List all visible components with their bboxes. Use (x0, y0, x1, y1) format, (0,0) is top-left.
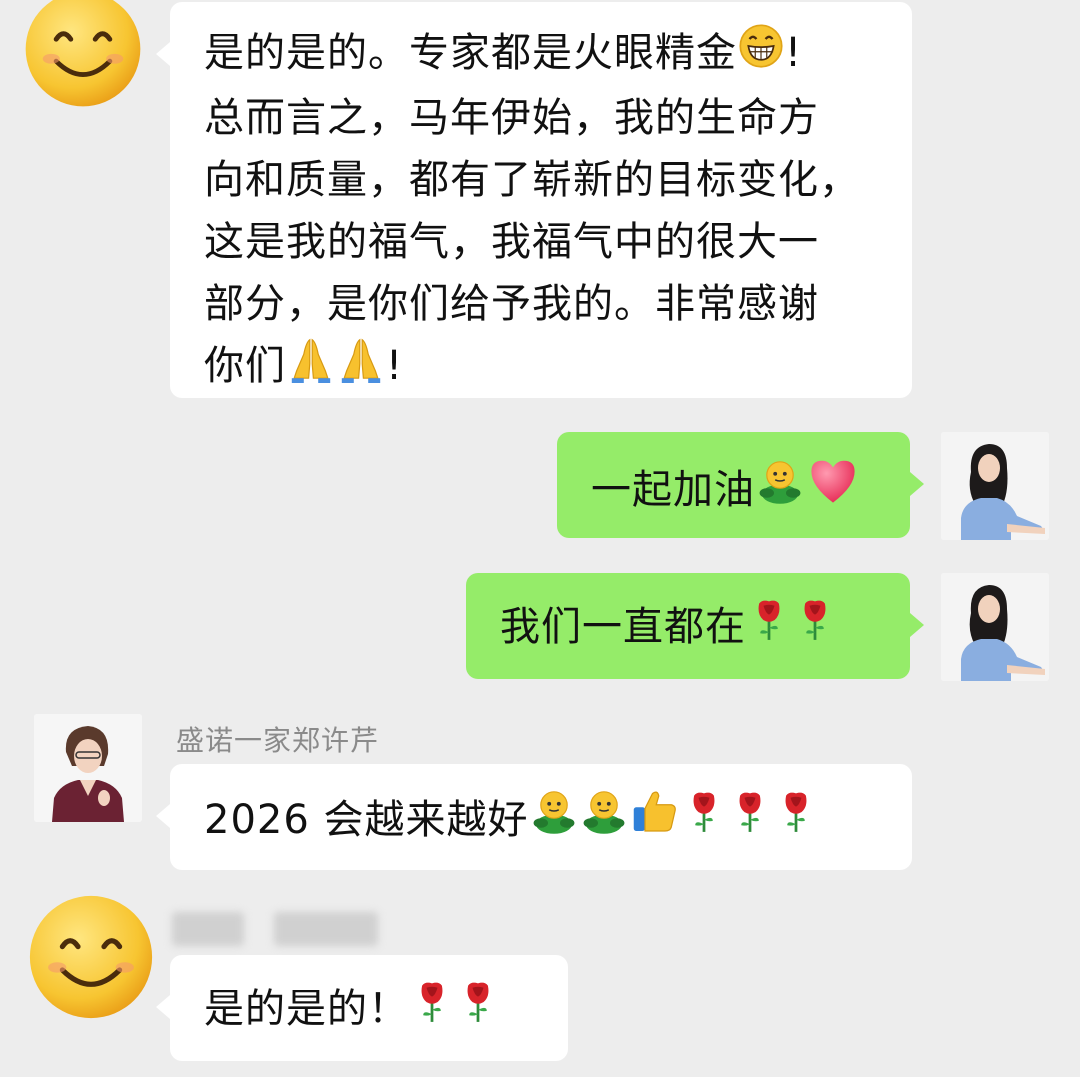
message-content: 是的是的！ (204, 977, 568, 1041)
message-text: 是的是的！ (204, 986, 409, 1032)
message-content: 一起加油 (591, 454, 910, 526)
message-bubble[interactable]: 我们一直都在 (466, 573, 924, 679)
message-text-segment: 这是我的福气，我福气中的很大一 (204, 219, 819, 265)
message-bubble[interactable]: 是的是的。专家都是火眼精金! 总而言之，马年伊始，我的生命方 向和质量，都有了崭新的… (156, 2, 912, 401)
message-line: 是的是的。专家都是火眼精金! (204, 22, 892, 87)
woman-portrait-icon (941, 573, 1049, 681)
smiley-avatar[interactable] (26, 892, 156, 1022)
rose-icon (410, 979, 454, 1041)
emoji-group (409, 977, 501, 1041)
message-text-segment: 向和质量，都有了崭新的目标变化， (204, 157, 860, 203)
message-text-segment: 你们 (204, 343, 286, 389)
bubble-tail (156, 995, 170, 1019)
rose-icon (793, 597, 837, 659)
folded-hands-icon (287, 335, 335, 401)
green-figure-icon (580, 787, 628, 853)
woman-photo-avatar[interactable] (941, 432, 1049, 540)
message-content: 我们一直都在 (500, 595, 910, 659)
bubble-tail (156, 42, 170, 66)
message-text-segment: 总而言之，马年伊始，我的生命方 (204, 95, 819, 141)
message-line: 向和质量，都有了崭新的目标变化， (204, 149, 892, 211)
woman-photo-avatar[interactable] (941, 573, 1049, 681)
rose-icon (747, 597, 791, 659)
grinning-face-icon (738, 23, 784, 87)
message-text: 是的是的。专家都是火眼精金! 总而言之，马年伊始，我的生命方 向和质量，都有了崭新的… (204, 22, 892, 401)
rose-icon (682, 789, 726, 851)
emoji-group (746, 595, 838, 659)
message-text-segment: 部分，是你们给予我的。非常感谢 (204, 281, 819, 327)
woman-portrait-icon (941, 432, 1049, 540)
smiley-avatar[interactable] (22, 0, 144, 110)
bubble-tail (910, 472, 924, 496)
bubble-tail (910, 613, 924, 637)
person-portrait-icon (34, 714, 142, 822)
green-figure-icon (756, 457, 804, 523)
folded-hands-icon (337, 335, 385, 401)
message-line: 总而言之，马年伊始，我的生命方 (204, 87, 892, 149)
rose-icon (728, 789, 772, 851)
thumbs-up-icon (630, 786, 680, 854)
rose-icon (774, 789, 818, 851)
blurred-text (172, 912, 244, 946)
smiling-face-icon (29, 895, 153, 1019)
blurred-text (274, 912, 378, 946)
smiling-face-icon (25, 0, 141, 107)
message-content: 2026 会越来越好 (204, 786, 912, 854)
blurred-sender-name (172, 912, 378, 946)
message-bubble[interactable]: 是的是的！ (156, 955, 568, 1061)
emoji-group (529, 786, 819, 854)
message-line: 你们! (204, 335, 892, 401)
bubble-tail (156, 804, 170, 828)
message-text: 2026 会越来越好 (204, 797, 529, 843)
red-heart-icon (806, 454, 860, 526)
message-bubble[interactable]: 2026 会越来越好 (156, 764, 912, 870)
message-line: 部分，是你们给予我的。非常感谢 (204, 273, 892, 335)
message-text-segment: ! (785, 30, 803, 76)
emoji-group (755, 454, 861, 526)
message-line: 这是我的福气，我福气中的很大一 (204, 211, 892, 273)
rose-icon (456, 979, 500, 1041)
message-text: 我们一直都在 (500, 604, 746, 650)
message-text-segment: 是的是的。专家都是火眼精金 (204, 30, 737, 76)
sender-name: 盛诺一家郑许芹 (176, 724, 380, 757)
message-bubble[interactable]: 一起加油 (557, 432, 924, 538)
green-figure-icon (530, 787, 578, 853)
message-text: 一起加油 (591, 467, 755, 513)
message-text-segment: ! (386, 343, 404, 389)
sender-photo-avatar[interactable] (34, 714, 142, 822)
